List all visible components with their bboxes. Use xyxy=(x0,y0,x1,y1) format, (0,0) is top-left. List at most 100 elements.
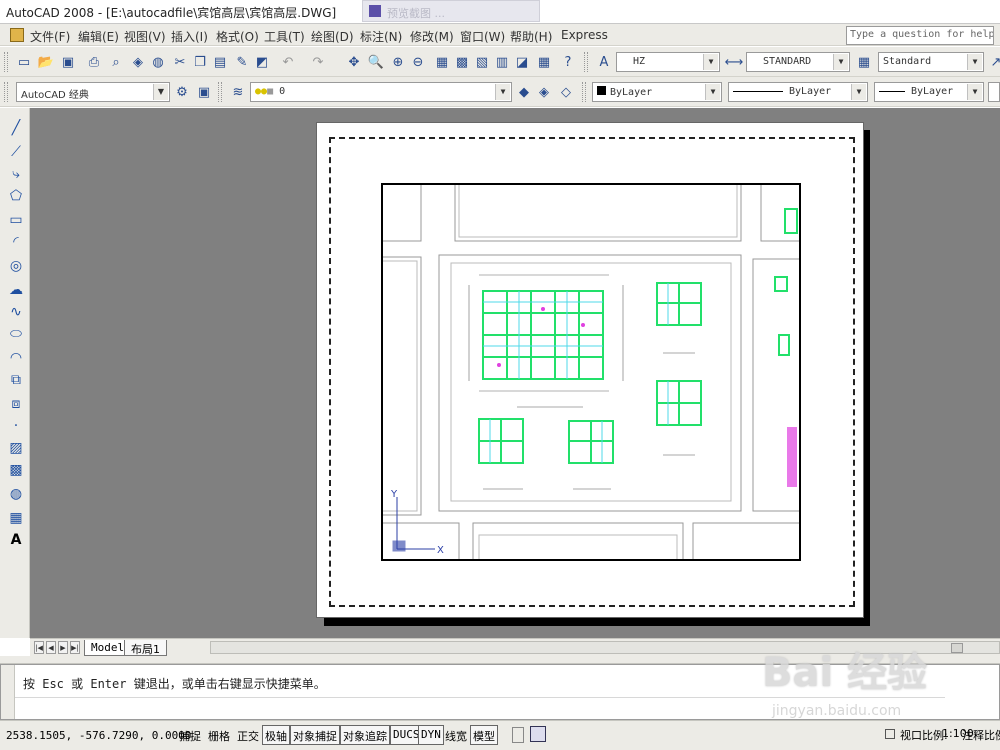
workspace-settings-icon[interactable]: ⚙ xyxy=(172,82,192,102)
tablestyle-icon[interactable]: ▦ xyxy=(854,52,874,72)
menu-format[interactable]: 格式(O) xyxy=(216,28,259,45)
open-icon[interactable]: 📂 xyxy=(36,52,56,72)
dimstyle-icon[interactable]: ⟷ xyxy=(724,52,744,72)
help-search-input[interactable]: Type a question for help xyxy=(846,26,994,45)
toggle-snap[interactable]: 捕捉 xyxy=(176,725,204,745)
prev-tab-button[interactable]: ◀ xyxy=(46,641,56,654)
tab-layout1[interactable]: 布局1 xyxy=(124,640,167,656)
menu-help[interactable]: 帮助(H) xyxy=(510,28,552,45)
next-tab-button[interactable]: ▶ xyxy=(58,641,68,654)
construction-line-icon[interactable]: ⟋ xyxy=(6,142,26,162)
toggle-ortho[interactable]: 正交 xyxy=(234,725,262,745)
toggle-model[interactable]: 模型 xyxy=(470,725,498,745)
layer-current-icon[interactable]: ◆ xyxy=(514,82,534,102)
toggle-polar[interactable]: 极轴 xyxy=(262,725,290,745)
text-icon[interactable]: A xyxy=(6,530,26,550)
quickview-layouts-icon[interactable] xyxy=(512,727,524,743)
toggle-otrack[interactable]: 对象追踪 xyxy=(340,725,390,745)
circle-icon[interactable]: ◎ xyxy=(6,256,26,276)
zoom-window-icon[interactable]: ⊕ xyxy=(388,52,408,72)
toolbar-grip[interactable] xyxy=(218,82,222,102)
properties-icon[interactable]: ▦ xyxy=(432,52,452,72)
gradient-icon[interactable]: ▩ xyxy=(6,460,26,480)
table-icon[interactable]: ▦ xyxy=(6,508,26,528)
publish-icon[interactable]: ◈ xyxy=(128,52,148,72)
layer-previous-icon[interactable]: ◈ xyxy=(534,82,554,102)
rectangle-icon[interactable]: ▭ xyxy=(6,210,26,230)
blockeditor-icon[interactable]: ◩ xyxy=(252,52,272,72)
zoom-previous-icon[interactable]: ⊖ xyxy=(408,52,428,72)
polyline-icon[interactable]: ⤷ xyxy=(6,164,26,184)
revcloud-icon[interactable]: ☁ xyxy=(6,280,26,300)
preview-icon[interactable]: ⌕ xyxy=(106,52,126,72)
polygon-icon[interactable]: ⬠ xyxy=(6,186,26,206)
plotstyle-select[interactable] xyxy=(988,82,1000,102)
toolpalette-icon[interactable]: ▧ xyxy=(472,52,492,72)
multileader-icon[interactable]: ↗ xyxy=(986,52,1000,72)
layout-viewport[interactable]: Y X xyxy=(381,183,801,561)
copy-icon[interactable]: ❐ xyxy=(190,52,210,72)
insert-block-icon[interactable]: ⧉ xyxy=(6,370,26,390)
taskbar-chip[interactable]: 预览截图 ... xyxy=(362,0,540,22)
point-icon[interactable]: · xyxy=(6,416,26,436)
color-select[interactable]: ByLayer ▼ xyxy=(592,82,722,102)
layer-select[interactable]: ●●■ 0 ▼ xyxy=(250,82,512,102)
matchprop-icon[interactable]: ✎ xyxy=(232,52,252,72)
region-icon[interactable]: ◍ xyxy=(6,484,26,504)
cut-icon[interactable]: ✂ xyxy=(170,52,190,72)
dimstyle-select[interactable]: STANDARD ▼ xyxy=(746,52,850,72)
textstyle-icon[interactable]: A xyxy=(594,52,614,72)
menu-file[interactable]: 文件(F) xyxy=(30,28,70,45)
menu-tools[interactable]: 工具(T) xyxy=(264,28,305,45)
ellipse-arc-icon[interactable]: ◠ xyxy=(6,348,26,368)
web-icon[interactable]: ◍ xyxy=(148,52,168,72)
save-icon[interactable]: ▣ xyxy=(58,52,78,72)
zoom-realtime-icon[interactable]: 🔍 xyxy=(366,52,386,72)
redo-icon[interactable]: ↷ xyxy=(308,52,328,72)
ellipse-icon[interactable]: ⬭ xyxy=(6,324,26,344)
textstyle-select[interactable]: HZ ▼ xyxy=(616,52,720,72)
toggle-osnap[interactable]: 对象捕捉 xyxy=(290,725,340,745)
menu-modify[interactable]: 修改(M) xyxy=(410,28,454,45)
workspace-save-icon[interactable]: ▣ xyxy=(194,82,214,102)
menu-express[interactable]: Express xyxy=(561,28,608,42)
help-icon[interactable]: ? xyxy=(558,52,578,72)
arc-icon[interactable]: ◜ xyxy=(6,232,26,252)
markup-icon[interactable]: ◪ xyxy=(512,52,532,72)
last-tab-button[interactable]: ▶| xyxy=(70,641,80,654)
calculator-icon[interactable]: ▦ xyxy=(534,52,554,72)
designcenter-icon[interactable]: ▩ xyxy=(452,52,472,72)
workspace-select[interactable]: AutoCAD 经典 ▼ xyxy=(16,82,170,102)
first-tab-button[interactable]: |◀ xyxy=(34,641,44,654)
layer-states-icon[interactable]: ◇ xyxy=(556,82,576,102)
hatch-icon[interactable]: ▨ xyxy=(6,438,26,458)
menu-dimension[interactable]: 标注(N) xyxy=(360,28,402,45)
menu-edit[interactable]: 编辑(E) xyxy=(78,28,119,45)
pan-icon[interactable]: ✥ xyxy=(344,52,364,72)
menu-insert[interactable]: 插入(I) xyxy=(171,28,208,45)
menu-draw[interactable]: 绘图(D) xyxy=(311,28,354,45)
layer-manager-icon[interactable]: ≋ xyxy=(228,82,248,102)
sheetset-icon[interactable]: ▥ xyxy=(492,52,512,72)
make-block-icon[interactable]: ⧈ xyxy=(6,394,26,414)
document-icon[interactable] xyxy=(10,28,24,42)
new-icon[interactable]: ▭ xyxy=(14,52,34,72)
linetype-select[interactable]: ByLayer ▼ xyxy=(728,82,868,102)
print-icon[interactable]: ⎙ xyxy=(84,52,104,72)
toolbar-grip[interactable] xyxy=(4,82,8,102)
toggle-lineweight[interactable]: 线宽 xyxy=(442,725,470,745)
toggle-grid[interactable]: 栅格 xyxy=(205,725,233,745)
menu-window[interactable]: 窗口(W) xyxy=(460,28,505,45)
command-window-grip[interactable] xyxy=(1,665,15,719)
toggle-dyn[interactable]: DYN xyxy=(418,725,444,745)
toolbar-grip[interactable] xyxy=(582,82,586,102)
spline-icon[interactable]: ∿ xyxy=(6,302,26,322)
line-icon[interactable]: ╱ xyxy=(6,118,26,138)
undo-icon[interactable]: ↶ xyxy=(278,52,298,72)
paste-icon[interactable]: ▤ xyxy=(210,52,230,72)
toolbar-grip[interactable] xyxy=(4,52,8,72)
toolbar-grip[interactable] xyxy=(584,52,588,72)
tablestyle-select[interactable]: Standard ▼ xyxy=(878,52,984,72)
maximize-viewport-icon[interactable] xyxy=(530,726,546,742)
menu-view[interactable]: 视图(V) xyxy=(124,28,166,45)
